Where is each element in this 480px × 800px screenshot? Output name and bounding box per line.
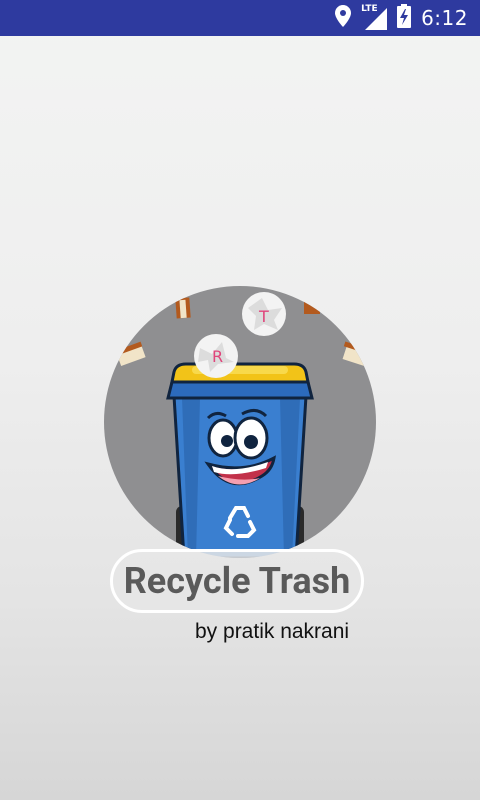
battery-icon [397,4,412,32]
app-logo: R T [104,286,376,558]
trash-bin-illustration: R T [116,292,376,558]
location-icon [335,5,352,31]
logo-circle: R T [104,286,376,558]
paper-letter-r: R [212,347,223,366]
app-title-pill: Recycle Trash [110,549,364,613]
network-type-label: LTE [361,4,378,14]
app-title: Recycle Trash [123,560,351,602]
status-icons: LTE 6:12 [335,0,468,36]
status-time: 6:12 [421,6,468,30]
author-byline: by pratik nakrani [195,620,350,643]
status-bar: LTE 6:12 [0,0,480,36]
signal-icon: LTE [361,4,388,30]
paper-letter-t: T [258,307,269,326]
